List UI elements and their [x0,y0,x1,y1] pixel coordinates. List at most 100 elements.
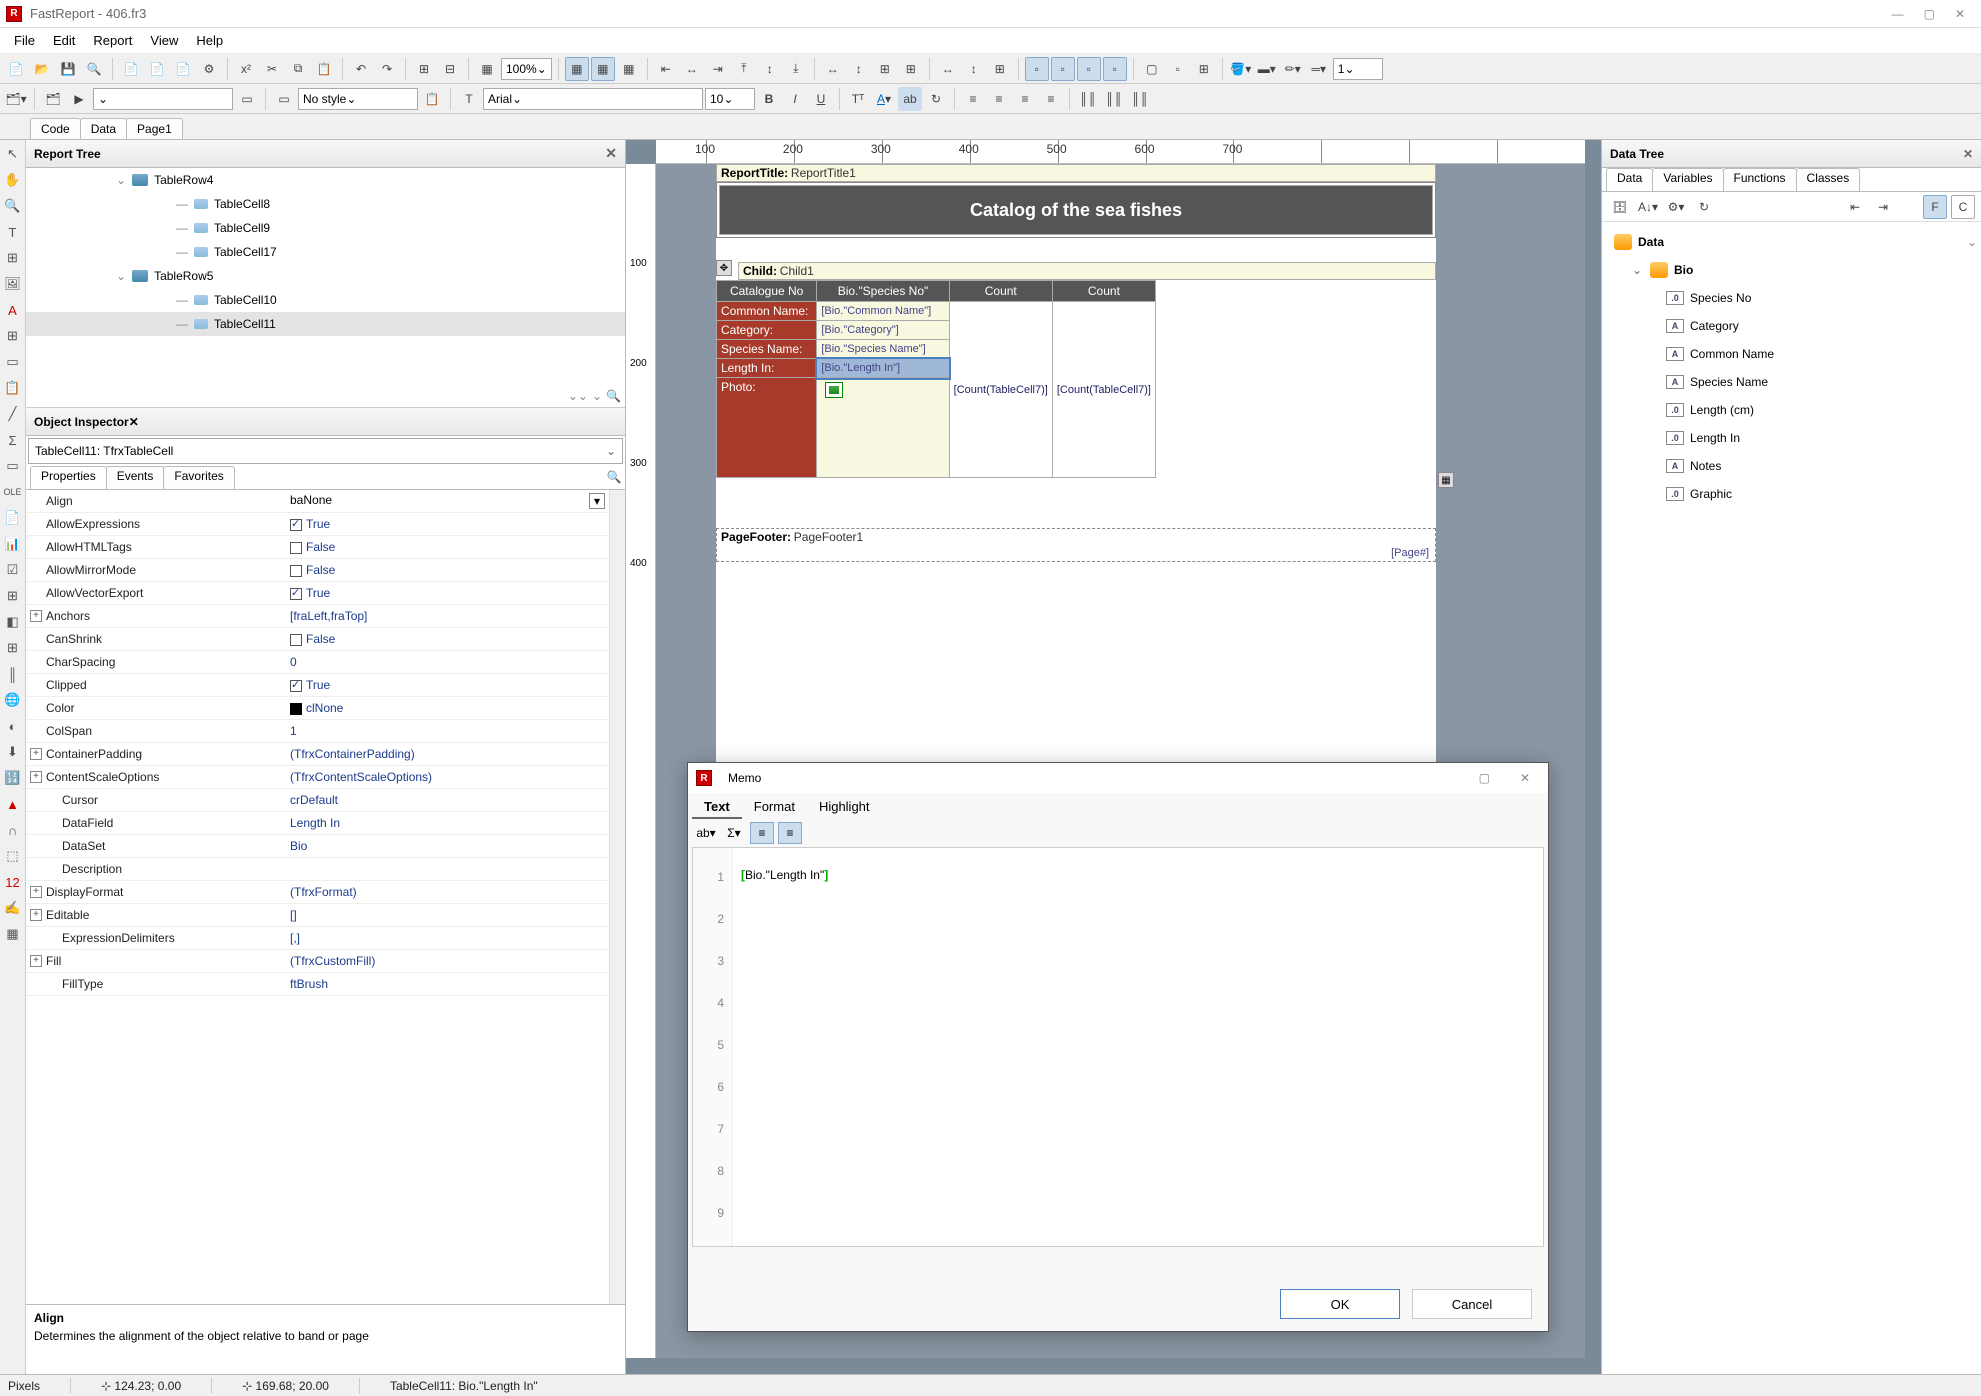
dt-field[interactable]: .0Species No [1606,284,1977,312]
catalog-title-memo[interactable]: Catalog of the sea fishes [719,185,1433,235]
line-icon[interactable]: ╱ [3,404,23,424]
properties-grid[interactable]: AlignbaNone▾AllowExpressionsTrueAllowHTM… [26,490,625,1304]
menu-file[interactable]: File [6,31,43,50]
shape-icon[interactable]: ▭ [3,456,23,476]
same-size-icon[interactable]: ⊞ [988,57,1012,81]
report-title-band[interactable]: Catalog of the sea fishes [716,182,1436,238]
page-add-icon[interactable]: 📄 [145,57,169,81]
dt-collapse-icon[interactable]: ⇤ [1843,195,1867,219]
count-cell-1[interactable]: [Count(TableCell7)] [949,302,1052,478]
row-common-name-data[interactable]: [Bio."Common Name"] [817,302,949,321]
font-combo[interactable]: Arial ⌄ [483,88,703,110]
dt-filter-icon[interactable]: ⚙▾ [1664,195,1688,219]
fill-color-icon[interactable]: 🪣▾ [1229,57,1253,81]
memo-tab-highlight[interactable]: Highlight [807,796,882,819]
dt-tab-classes[interactable]: Classes [1796,168,1861,191]
barcode2-icon[interactable]: ║║ [1102,87,1126,111]
guides-icon[interactable]: ▦ [617,57,641,81]
dt-db-icon[interactable]: 🗄 [1608,195,1632,219]
row-species-name-data[interactable]: [Bio."Species Name"] [817,340,949,359]
same-width-icon[interactable]: ↔ [936,57,960,81]
th-count1[interactable]: Count [949,281,1052,302]
dt-tab-data[interactable]: Data [1606,168,1653,191]
data-toggle[interactable]: 🗂 [41,87,65,111]
pointer-icon[interactable]: ↖ [3,144,23,164]
tree-item[interactable]: ⌄TableRow4 [26,168,625,192]
object-inspector-close-icon[interactable]: ✕ [129,415,139,429]
report-tree-close-icon[interactable]: ✕ [605,145,617,162]
dt-field-mode-icon[interactable]: F [1923,195,1947,219]
memo-maximize-icon[interactable]: ▢ [1479,771,1490,785]
data-tree-close-icon[interactable]: ✕ [1963,147,1973,161]
dt-sort-icon[interactable]: A↓▾ [1636,195,1660,219]
signature-icon[interactable]: ✍ [3,898,23,918]
redo-icon[interactable]: ↷ [375,57,399,81]
run-icon[interactable]: ▶ [67,87,91,111]
cut-icon[interactable]: ✂ [260,57,284,81]
tree-item[interactable]: —TableCell17 [26,240,625,264]
cellular-icon[interactable]: ⬚ [3,846,23,866]
report-page[interactable]: ReportTitle: ReportTitle1 Catalog of the… [716,164,1436,864]
check-icon[interactable]: ☑ [3,560,23,580]
align-bottom-icon[interactable]: ⤓ [784,57,808,81]
frame-none-icon[interactable]: ▫ [1166,57,1190,81]
font-size-combo[interactable]: 10 ⌄ [705,88,755,110]
style-none-icon[interactable]: ▭ [272,87,296,111]
line-color-icon[interactable]: ▬▾ [1255,57,1279,81]
text-align-right-icon[interactable]: ≡ [1013,87,1037,111]
property-row[interactable]: +ContainerPadding(TfrxContainerPadding) [26,743,625,766]
dt-field[interactable]: ACommon Name [1606,340,1977,368]
memo-wrap-icon[interactable]: ≡ [750,822,774,844]
tab-events[interactable]: Events [106,466,165,489]
dt-field[interactable]: ASpecies Name [1606,368,1977,396]
report-tree-body[interactable]: ⌄TableRow4—TableCell8—TableCell9—TableCe… [26,168,625,408]
memo-close-icon[interactable]: ✕ [1520,771,1530,785]
property-row[interactable]: CanShrinkFalse [26,628,625,651]
property-row[interactable]: AlignbaNone▾ [26,490,625,513]
text-tool-icon[interactable]: T [3,222,23,242]
line-width-icon[interactable]: ═▾ [1307,57,1331,81]
frame-2-icon[interactable]: ▫ [1051,57,1075,81]
format-tool-icon[interactable]: ⊞ [3,248,23,268]
rich-icon[interactable]: 📄 [3,508,23,528]
dt-field[interactable]: .0Length In [1606,424,1977,452]
tab-data[interactable]: Data [80,118,127,139]
tree-collapse-icon[interactable]: ⌄⌄ [568,389,588,403]
frame-1-icon[interactable]: ▫ [1025,57,1049,81]
dt-dataset-bio[interactable]: ⌄ Bio [1606,256,1977,284]
property-row[interactable]: +Fill(TfrxCustomFill) [26,950,625,973]
dt-tab-functions[interactable]: Functions [1723,168,1797,191]
property-row[interactable]: DataFieldLength In [26,812,625,835]
grid-show-icon[interactable]: ▦ [565,57,589,81]
report-table[interactable]: Catalogue No Bio."Species No" Count Coun… [716,280,1156,478]
same-height-icon[interactable]: ↕ [962,57,986,81]
tab-code[interactable]: Code [30,118,81,139]
paste-icon[interactable]: 📋 [312,57,336,81]
tab-page1[interactable]: Page1 [126,118,183,139]
copy-icon[interactable]: ⧉ [286,57,310,81]
save-icon[interactable]: 💾 [56,57,80,81]
th-count2[interactable]: Count [1052,281,1155,302]
table-tool-icon[interactable]: ⊞ [3,638,23,658]
tree-item[interactable]: ⌄TableRow5 [26,264,625,288]
dt-root[interactable]: Data ⌄ [1606,228,1977,256]
vars-icon[interactable]: x² [234,57,258,81]
property-row[interactable]: AllowVectorExportTrue [26,582,625,605]
align-middle-icon[interactable]: ↕ [758,57,782,81]
num-icon[interactable]: 12 [3,872,23,892]
memo-a-icon[interactable]: A [3,300,23,320]
grid-snap-icon[interactable]: ▦ [591,57,615,81]
html-icon[interactable]: ∩ [3,820,23,840]
memo-tab-format[interactable]: Format [742,796,807,819]
sigma-icon[interactable]: Σ [3,430,23,450]
barcode3-icon[interactable]: ║║ [1128,87,1152,111]
maximize-button[interactable]: ▢ [1924,7,1935,21]
memo-aggregate-icon[interactable]: Σ▾ [722,822,746,844]
ungroup-icon[interactable]: ⊟ [438,57,462,81]
dt-root-collapse-icon[interactable]: ⌄ [1967,235,1977,249]
object-selector-combo[interactable]: TableCell11: TfrxTableCell [28,438,623,464]
sysmemo-icon[interactable]: ⊞ [3,326,23,346]
frame-4-icon[interactable]: ▫ [1103,57,1127,81]
page-footer-band[interactable]: PageFooter: PageFooter1 [Page#] [716,528,1436,562]
center-v-icon[interactable]: ⊞ [899,57,923,81]
